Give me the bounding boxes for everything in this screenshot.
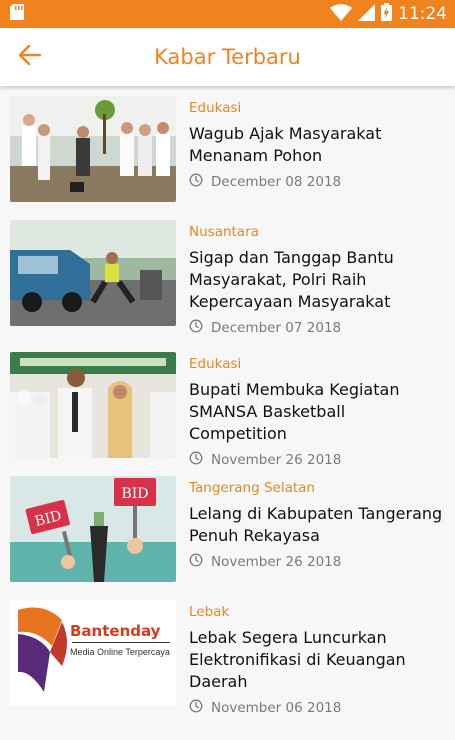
news-category: Edukasi bbox=[189, 100, 242, 116]
back-button[interactable] bbox=[0, 28, 60, 86]
news-item[interactable]: Edukasi Bupati Membuka Kegiatan SMANSA B… bbox=[0, 352, 455, 476]
clock-icon bbox=[189, 699, 203, 717]
news-category: Tangerang Selatan bbox=[189, 480, 315, 496]
news-date: November 26 2018 bbox=[211, 554, 342, 570]
clock-icon bbox=[189, 319, 203, 337]
news-category: Nusantara bbox=[189, 224, 259, 240]
news-date: November 06 2018 bbox=[211, 700, 342, 716]
arrow-left-icon bbox=[18, 44, 42, 69]
clock-time: 11:24 bbox=[398, 4, 447, 24]
news-thumbnail bbox=[10, 220, 176, 326]
brand-logo-tagline: Media Online Terpercaya bbox=[70, 647, 170, 657]
news-category: Edukasi bbox=[189, 356, 242, 372]
news-title: Bupati Membuka Kegiatan SMANSA Basketbal… bbox=[189, 380, 400, 443]
news-item[interactable]: Nusantara Sigap dan Tanggap Bantu Masyar… bbox=[0, 220, 455, 352]
news-thumbnail: Bantenday Media Online Terpercaya bbox=[10, 600, 176, 706]
battery-charging-icon bbox=[381, 3, 392, 25]
news-item[interactable]: BID BID Tangerang Selatan Lelang di Kabu… bbox=[0, 476, 455, 600]
news-list: Edukasi Wagub Ajak Masyarakat Menanam Po… bbox=[0, 86, 455, 740]
news-date: November 26 2018 bbox=[211, 452, 342, 468]
news-title: Sigap dan Tanggap Bantu Masyarakat, Polr… bbox=[189, 248, 394, 311]
news-title: Wagub Ajak Masyarakat Menanam Pohon bbox=[189, 124, 382, 165]
clock-icon bbox=[189, 173, 203, 191]
news-date: December 08 2018 bbox=[211, 174, 342, 190]
brand-logo-name: Bantenday bbox=[70, 622, 161, 640]
news-thumbnail: BID BID bbox=[10, 476, 176, 582]
clock-icon bbox=[189, 553, 203, 571]
news-thumbnail bbox=[10, 96, 176, 202]
news-item[interactable]: Edukasi Wagub Ajak Masyarakat Menanam Po… bbox=[0, 96, 455, 220]
page-title: Kabar Terbaru bbox=[154, 45, 301, 69]
news-date: December 07 2018 bbox=[211, 320, 342, 336]
bid-sign-right: BID bbox=[121, 486, 148, 502]
sd-card-icon bbox=[10, 4, 24, 24]
news-category: Lebak bbox=[189, 604, 230, 620]
signal-icon bbox=[358, 3, 375, 25]
news-item[interactable]: Bantenday Media Online Terpercaya Lebak … bbox=[0, 600, 455, 740]
app-bar: Kabar Terbaru bbox=[0, 28, 455, 86]
news-title: Lebak Segera Luncurkan Elektronifikasi d… bbox=[189, 628, 406, 691]
clock-icon bbox=[189, 451, 203, 469]
news-thumbnail bbox=[10, 352, 176, 458]
wifi-icon bbox=[330, 3, 352, 25]
status-bar: 11:24 bbox=[0, 0, 455, 28]
news-title: Lelang di Kabupaten Tangerang Penuh Reka… bbox=[189, 504, 443, 545]
